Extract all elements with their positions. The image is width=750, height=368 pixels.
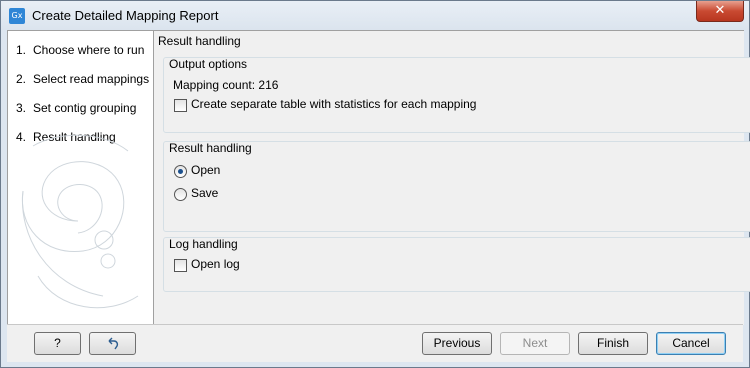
result-handling-title: Result handling (169, 141, 252, 155)
step-number: 3. (16, 101, 27, 115)
open-radio[interactable] (174, 165, 187, 178)
close-icon: ✕ (714, 3, 726, 18)
mapping-count-label: Mapping count: 216 (173, 78, 279, 92)
log-handling-title: Log handling (169, 237, 238, 251)
button-bar: ? Previous Next Finish Cancel (7, 324, 743, 362)
reset-button[interactable] (89, 332, 136, 355)
save-radio[interactable] (174, 188, 187, 201)
wizard-steps-panel: 1. Choose where to run 2. Select read mapp… (7, 30, 154, 326)
separate-table-label[interactable]: Create separate table with statistics fo… (191, 97, 476, 111)
step-number: 1. (16, 43, 27, 57)
help-icon: ? (54, 336, 61, 350)
cancel-button[interactable]: Cancel (656, 332, 726, 355)
previous-button[interactable]: Previous (422, 332, 492, 355)
undo-icon (108, 337, 118, 350)
log-handling-group: Log handling Open log (163, 237, 750, 292)
window-title: Create Detailed Mapping Report (32, 8, 219, 23)
step-choose-where-to-run: 1. Choose where to run (16, 43, 144, 57)
dialog-window: Gx Create Detailed Mapping Report ✕ 1. Ch… (0, 0, 750, 368)
step-select-read-mappings: 2. Select read mappings (16, 72, 149, 86)
save-radio-label[interactable]: Save (191, 186, 218, 200)
decorative-swirl-graphic (21, 134, 139, 309)
dialog-client: 1. Choose where to run 2. Select read mapp… (7, 30, 750, 362)
step-label: Set contig grouping (33, 101, 137, 115)
step-label: Select read mappings (33, 72, 150, 86)
app-icon: Gx (9, 8, 25, 24)
open-radio-label[interactable]: Open (191, 163, 220, 177)
separate-table-checkbox[interactable] (174, 99, 187, 112)
close-button[interactable]: ✕ (696, 1, 744, 22)
main-panel: Result handling Output options Mapping c… (153, 30, 750, 325)
page-title: Result handling (158, 34, 241, 48)
output-options-group: Output options Mapping count: 216 Create… (163, 57, 750, 133)
result-handling-group: Result handling Open Save (163, 141, 750, 232)
finish-button[interactable]: Finish (578, 332, 648, 355)
output-options-title: Output options (169, 57, 248, 71)
open-log-checkbox[interactable] (174, 259, 187, 272)
help-button[interactable]: ? (34, 332, 81, 355)
step-set-contig-grouping: 3. Set contig grouping (16, 101, 136, 115)
title-bar[interactable]: Gx Create Detailed Mapping Report ✕ (1, 1, 749, 30)
step-label: Choose where to run (33, 43, 145, 57)
next-button[interactable]: Next (500, 332, 570, 355)
open-log-label[interactable]: Open log (191, 257, 240, 271)
step-number: 2. (16, 72, 27, 86)
